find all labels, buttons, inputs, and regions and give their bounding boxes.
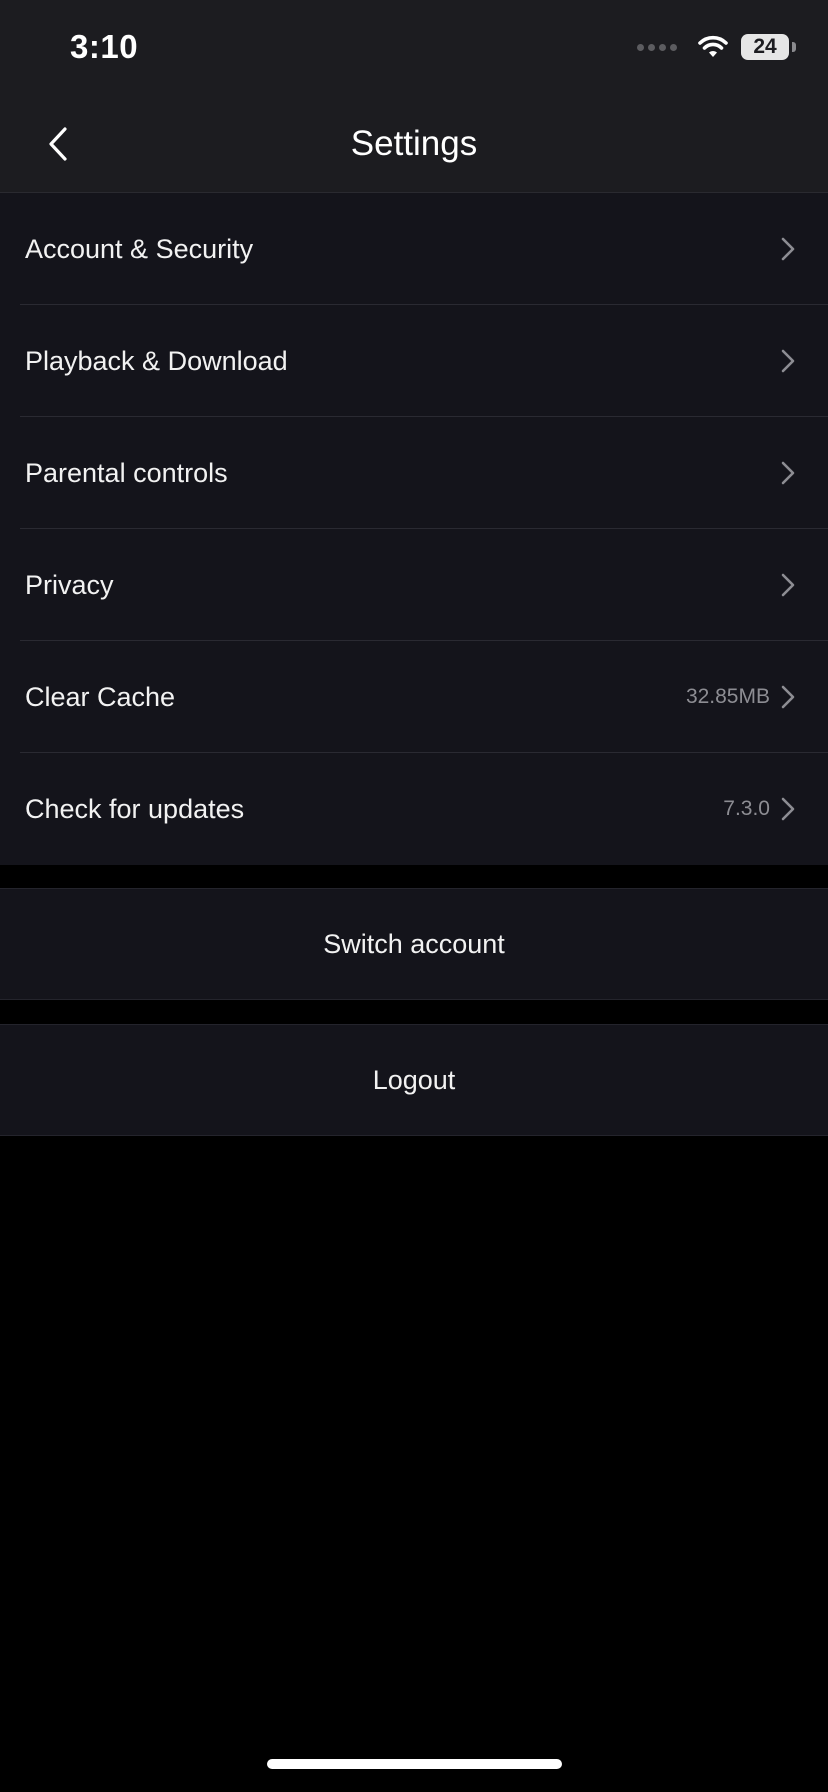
menu-item-playback-download[interactable]: Playback & Download <box>0 305 828 417</box>
settings-screen: 3:10 24 Settings Account & Security Play… <box>0 0 828 1792</box>
chevron-right-icon <box>778 572 798 598</box>
menu-item-label: Playback & Download <box>25 345 288 376</box>
navigation-bar: Settings <box>0 96 828 193</box>
status-indicators: 24 <box>637 34 796 60</box>
page-title: Settings <box>350 124 478 163</box>
menu-item-label: Clear Cache <box>25 681 176 712</box>
app-version-value: 7.3.0 <box>723 797 770 820</box>
status-bar: 3:10 24 <box>0 0 828 96</box>
cache-size-value: 32.85MB <box>685 685 770 708</box>
menu-item-privacy[interactable]: Privacy <box>0 529 828 641</box>
menu-item-clear-cache[interactable]: Clear Cache 32.85MB <box>0 641 828 753</box>
chevron-right-icon <box>778 684 798 710</box>
chevron-right-icon <box>778 236 798 262</box>
logout-button[interactable]: Logout <box>0 1024 828 1136</box>
menu-item-account-security[interactable]: Account & Security <box>0 193 828 305</box>
battery-icon: 24 <box>741 34 789 60</box>
chevron-right-icon <box>778 796 798 822</box>
chevron-right-icon <box>778 348 798 374</box>
battery-cap <box>792 42 796 52</box>
menu-item-label: Check for updates <box>25 793 245 824</box>
home-indicator[interactable] <box>267 1759 562 1769</box>
chevron-right-icon <box>778 460 798 486</box>
cellular-signal-icon <box>637 43 677 51</box>
status-time: 3:10 <box>70 28 139 65</box>
menu-item-check-for-updates[interactable]: Check for updates 7.3.0 <box>0 753 828 865</box>
menu-item-label: Parental controls <box>25 457 228 488</box>
switch-account-button[interactable]: Switch account <box>0 888 828 1000</box>
wifi-icon <box>698 35 728 57</box>
battery-level: 24 <box>753 35 777 58</box>
menu-item-label: Privacy <box>25 569 114 600</box>
menu-item-parental-controls[interactable]: Parental controls <box>0 417 828 529</box>
menu-item-label: Account & Security <box>25 233 254 264</box>
settings-menu: Account & Security Playback & Download P… <box>0 193 828 865</box>
